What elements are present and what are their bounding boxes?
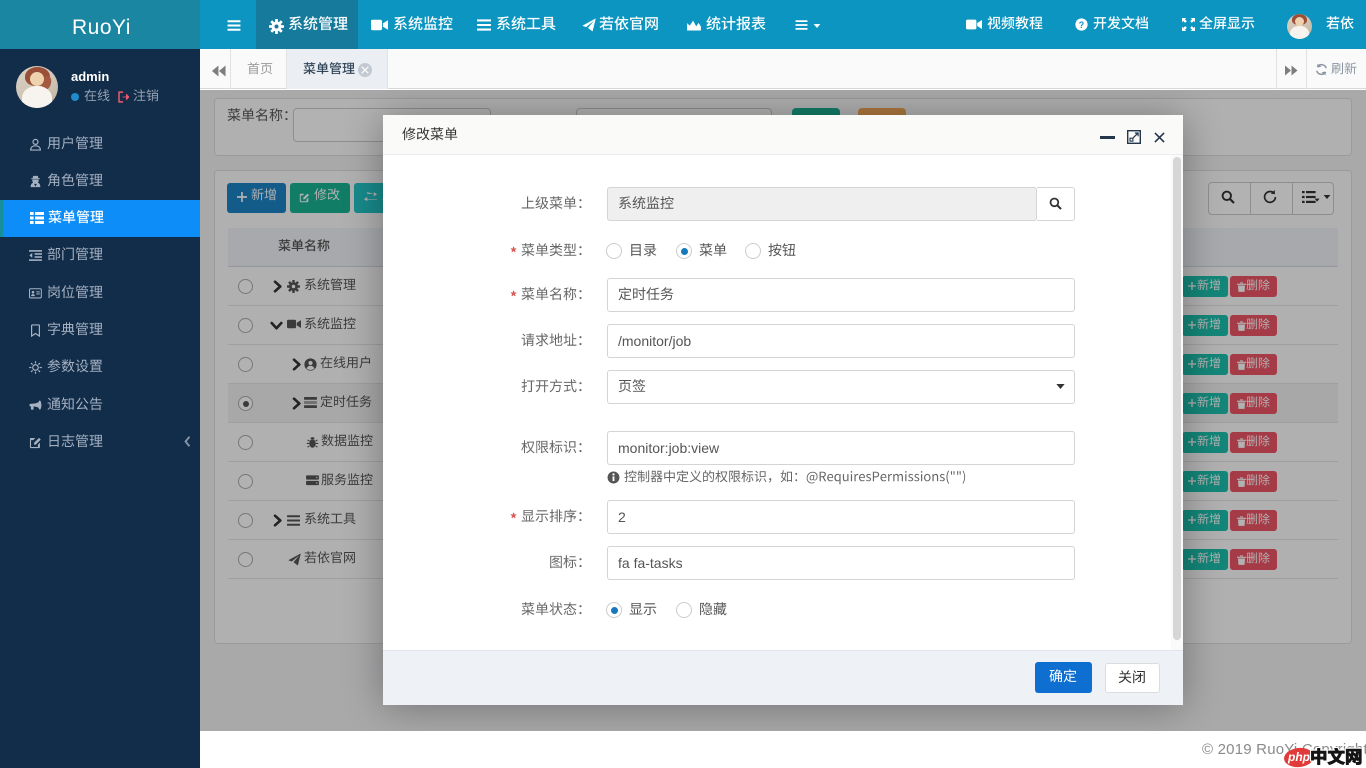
svg-text:?: ? [1079, 20, 1084, 30]
